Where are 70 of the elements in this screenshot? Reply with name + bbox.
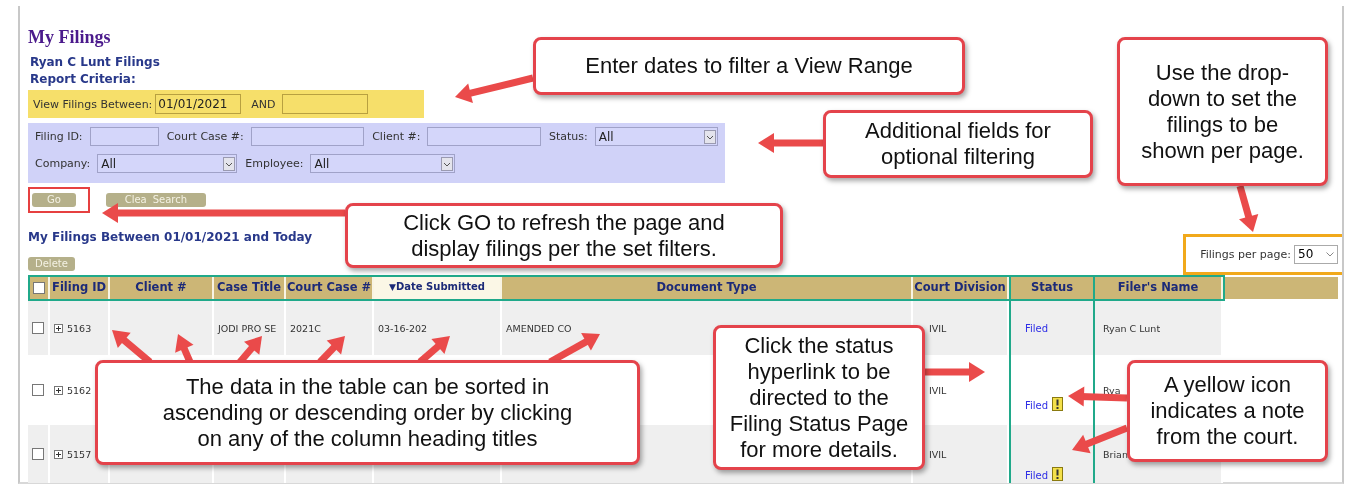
- column-header[interactable]: Filing ID: [50, 277, 110, 299]
- checkbox[interactable]: [32, 384, 44, 396]
- per-page-dropdown[interactable]: 50: [1294, 245, 1338, 264]
- caret-icon[interactable]: [1326, 252, 1334, 257]
- note-icon[interactable]: [1052, 397, 1064, 411]
- page-title: My Filings: [28, 26, 111, 48]
- callout: Click GO to refresh the page and display filings per the set filters.: [345, 203, 783, 268]
- checkbox[interactable]: [32, 448, 44, 460]
- start-date-field[interactable]: 01/01/2021: [155, 94, 242, 114]
- table-cell: 5157: [67, 448, 92, 460]
- field-label: Court Case #:: [166, 130, 244, 143]
- status-link[interactable]: Filed: [1025, 400, 1049, 411]
- column-header[interactable]: Court Division: [913, 277, 1009, 299]
- dropdown[interactable]: All: [594, 127, 718, 146]
- table-cell: AMENDED CO: [506, 322, 572, 334]
- text-field[interactable]: [427, 127, 541, 146]
- table-cell: IVIL: [929, 322, 947, 334]
- text-field[interactable]: [250, 127, 365, 146]
- end-date-field[interactable]: [281, 94, 368, 114]
- expand-icon[interactable]: [54, 385, 63, 395]
- criteria-heading: Report Criteria:: [30, 71, 136, 88]
- caret-icon[interactable]: [704, 130, 716, 144]
- table-cell: 5162: [67, 384, 92, 396]
- dropdown[interactable]: All: [310, 154, 456, 173]
- arrow: [1068, 386, 1128, 407]
- note-icon[interactable]: [1052, 467, 1064, 481]
- field-label: Company:: [35, 157, 91, 170]
- arrow: [1236, 185, 1259, 232]
- text-field[interactable]: [89, 127, 159, 146]
- field-label: Status:: [548, 130, 588, 143]
- column-header[interactable]: Filer's Name: [1095, 277, 1223, 299]
- column-header[interactable]: ▼Date Submitted: [374, 277, 502, 299]
- checkbox[interactable]: [33, 282, 45, 294]
- expand-icon[interactable]: [54, 449, 63, 459]
- table-cell: Rya: [1103, 384, 1121, 396]
- table-cell: Brian: [1103, 448, 1128, 460]
- status-link[interactable]: Filed: [1025, 470, 1049, 481]
- field-label: Client #:: [372, 130, 421, 143]
- owner-heading: Ryan C Lunt Filings: [30, 54, 160, 71]
- callout: Use the drop- down to set the filings to be shown per page.: [1117, 37, 1328, 186]
- column-header[interactable]: Document Type: [502, 277, 913, 299]
- callout: Additional fields for optional filtering: [823, 110, 1093, 178]
- field-label: Filing ID:: [35, 130, 83, 143]
- caret-icon[interactable]: [223, 157, 236, 171]
- results-heading: My Filings Between 01/01/2021 and Today: [28, 229, 313, 246]
- callout: The data in the table can be sorted in ascending or descending order by clicking on any of the column heading titles: [95, 360, 640, 465]
- dropdown[interactable]: All: [97, 154, 238, 173]
- column-header[interactable]: Client #: [110, 277, 214, 299]
- status-link[interactable]: Filed: [1025, 322, 1049, 334]
- table-cell: IVIL: [929, 384, 947, 396]
- table-cell: 5163: [67, 322, 92, 334]
- table-cell: 2021C: [290, 322, 321, 334]
- caret-icon[interactable]: [441, 157, 454, 171]
- callout: Enter dates to filter a View Range: [533, 37, 965, 95]
- field-label: AND: [251, 97, 276, 111]
- field-label: Employee:: [245, 157, 304, 170]
- arrow: [758, 133, 823, 153]
- checkbox[interactable]: [32, 322, 44, 334]
- table-cell: JODI PRO SE: [218, 322, 277, 334]
- column-header[interactable]: Status: [1009, 277, 1095, 299]
- arrow: [925, 362, 985, 382]
- callout: A yellow icon indicates a note from the court.: [1127, 360, 1328, 462]
- table-cell: IVIL: [929, 448, 947, 460]
- field-label: View Filings Between:: [33, 97, 153, 111]
- column-header[interactable]: Case Title: [214, 277, 286, 299]
- field-label: Filings per page:: [1200, 248, 1291, 261]
- callout: Click the status hyperlink to be directed to the Filing Status Page for more details.: [713, 325, 925, 470]
- table-cell: Ryan C Lunt: [1103, 322, 1161, 334]
- expand-icon[interactable]: [54, 323, 63, 333]
- table-cell: 03-16-202: [378, 322, 428, 334]
